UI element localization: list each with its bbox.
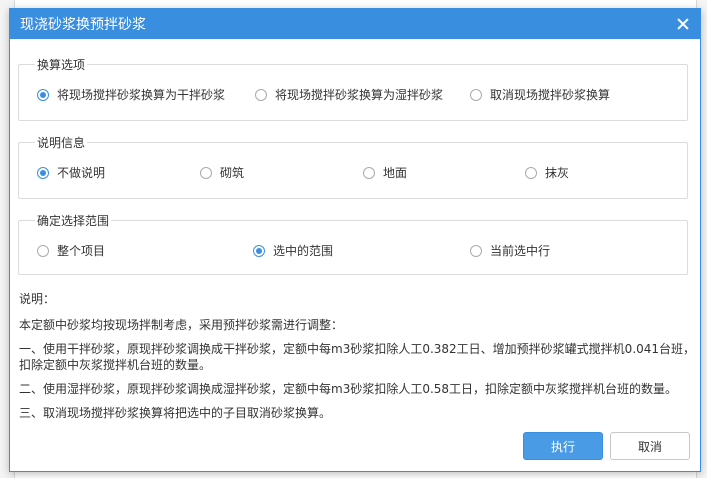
cancel-button[interactable]: 取消 [610, 432, 690, 460]
radio-dot-icon [37, 88, 49, 101]
radio-current-row-label: 当前选中行 [490, 244, 551, 258]
execute-button[interactable]: 执行 [523, 432, 603, 460]
scope-group: 确定选择范围 整个项目 选中的范围 当前选中行 [18, 212, 688, 275]
radio-no-description[interactable]: 不做说明 [37, 164, 105, 181]
radio-masonry-label: 砌筑 [220, 166, 245, 180]
radio-plaster-label: 抹灰 [545, 166, 570, 180]
radio-floor-label: 地面 [383, 166, 408, 180]
radio-whole-project-label: 整个项目 [57, 244, 106, 258]
radio-cancel-conversion-label: 取消现场搅拌砂浆换算 [490, 88, 611, 102]
radio-plaster[interactable]: 抹灰 [525, 164, 569, 181]
radio-dot-icon [363, 166, 375, 179]
conversion-options-group: 换算选项 将现场搅拌砂浆换算为干拌砂浆 将现场搅拌砂浆换算为湿拌砂浆 取消现场搅… [18, 56, 688, 121]
radio-selected-range-label: 选中的范围 [273, 244, 334, 258]
radio-current-row[interactable]: 当前选中行 [470, 242, 550, 259]
mortar-conversion-dialog: 现浇砂浆换预拌砂浆 换算选项 将现场搅拌砂浆换算为干拌砂浆 将现场搅拌砂浆换算为… [9, 8, 701, 472]
description-info-group: 说明信息 不做说明 砌筑 地面 抹灰 [18, 134, 688, 199]
notes-heading: 说明： [19, 292, 56, 306]
notes-line: 一、使用干拌砂浆，原现拌砂浆调换成干拌砂浆，定额中每m3砂浆扣除人工0.382工… [19, 342, 696, 356]
radio-whole-project[interactable]: 整个项目 [37, 242, 105, 259]
radio-dot-icon [470, 244, 482, 257]
radio-cancel-conversion[interactable]: 取消现场搅拌砂浆换算 [470, 86, 610, 103]
radio-dot-icon [253, 244, 265, 257]
radio-selected-range[interactable]: 选中的范围 [253, 242, 333, 259]
radio-no-description-label: 不做说明 [57, 166, 106, 180]
dialog-titlebar: 现浇砂浆换预拌砂浆 [10, 9, 700, 39]
radio-dot-icon [470, 88, 482, 101]
close-icon[interactable] [676, 17, 690, 31]
notes-line: 二、使用湿拌砂浆，原现拌砂浆调换成湿拌砂浆，定额中每m3砂浆扣除人工0.58工日… [19, 382, 678, 396]
dialog-title: 现浇砂浆换预拌砂浆 [20, 17, 146, 33]
radio-masonry[interactable]: 砌筑 [200, 164, 244, 181]
notes-line: 三、取消现场搅拌砂浆换算将把选中的子目取消砂浆换算。 [19, 406, 332, 420]
radio-wet-mortar[interactable]: 将现场搅拌砂浆换算为湿拌砂浆 [255, 86, 443, 103]
radio-dry-mortar[interactable]: 将现场搅拌砂浆换算为干拌砂浆 [37, 86, 225, 103]
radio-dot-icon [37, 166, 49, 179]
radio-dot-icon [200, 166, 212, 179]
notes-line: 扣除定额中灰浆搅拌机台班的数量。 [19, 358, 212, 372]
radio-dot-icon [525, 166, 537, 179]
notes-line: 本定额中砂浆均按现场拌制考虑，采用预拌砂浆需进行调整： [19, 318, 344, 332]
radio-dot-icon [255, 88, 267, 101]
radio-wet-mortar-label: 将现场搅拌砂浆换算为湿拌砂浆 [275, 88, 444, 102]
radio-floor[interactable]: 地面 [363, 164, 407, 181]
radio-dot-icon [37, 244, 49, 257]
radio-dry-mortar-label: 将现场搅拌砂浆换算为干拌砂浆 [57, 88, 226, 102]
